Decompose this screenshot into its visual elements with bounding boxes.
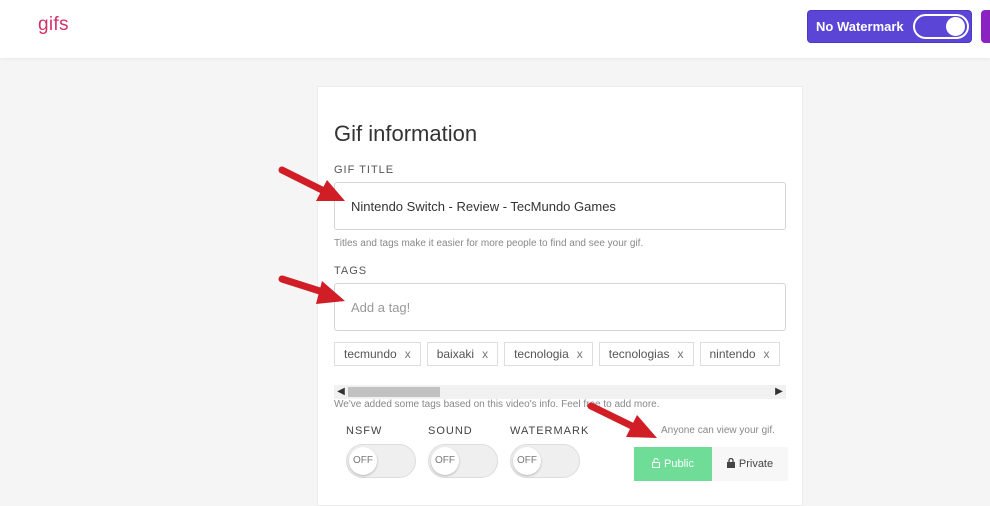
arrow-icon (282, 279, 345, 304)
arrow-icon (591, 406, 657, 438)
annotation-arrows (0, 0, 990, 495)
arrow-icon (282, 170, 345, 201)
